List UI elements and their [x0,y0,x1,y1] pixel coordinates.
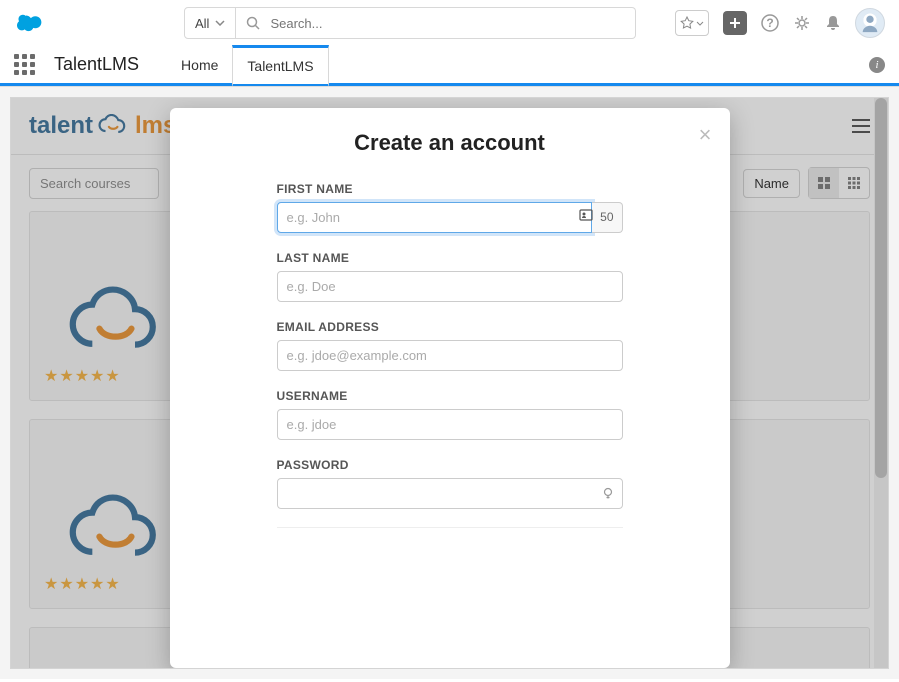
email-row: EMAIL ADDRESS [277,320,623,371]
last-name-label: LAST NAME [277,251,623,265]
plus-icon [729,17,741,29]
help-icon[interactable]: ? [761,14,779,32]
email-input[interactable] [277,340,623,371]
password-input[interactable] [277,478,623,509]
app-navigation: TalentLMS Home TalentLMS i [0,46,899,86]
username-label: USERNAME [277,389,623,403]
modal-close-button[interactable]: × [699,122,712,148]
chevron-down-icon [215,20,225,26]
username-row: USERNAME [277,389,623,440]
search-icon [246,16,260,30]
form-divider [277,527,623,528]
svg-text:?: ? [766,16,773,30]
talentlms-frame: talent lms Name [10,97,889,669]
favorites-button[interactable] [675,10,709,36]
first-name-input[interactable] [277,202,593,233]
salesforce-header: All ? [0,0,899,46]
app-name: TalentLMS [54,54,139,75]
modal-overlay: × Create an account FIRST NAME 50 LAST N… [11,98,888,668]
star-icon [680,16,694,30]
last-name-input[interactable] [277,271,623,302]
search-scope-label: All [195,16,209,31]
search-scope-dropdown[interactable]: All [184,7,236,39]
signup-form: FIRST NAME 50 LAST NAME EMAIL ADDRESS [277,182,623,528]
search-input[interactable] [270,16,625,31]
first-name-row: FIRST NAME 50 [277,182,623,233]
app-launcher-icon[interactable] [14,54,36,76]
password-row: PASSWORD [277,458,623,509]
global-search: All [184,7,636,39]
username-input[interactable] [277,409,623,440]
embedded-app-area: talent lms Name [0,86,899,679]
key-icon [601,486,615,500]
tab-talentlms[interactable]: TalentLMS [232,45,328,87]
bell-icon[interactable] [825,14,841,32]
salesforce-logo-icon [14,12,44,34]
search-box [236,7,636,39]
info-icon[interactable]: i [869,57,885,73]
global-add-button[interactable] [723,11,747,35]
user-avatar[interactable] [855,8,885,38]
char-counter: 50 [592,202,622,233]
gear-icon[interactable] [793,14,811,32]
modal-title: Create an account [200,130,700,156]
header-actions: ? [675,8,885,38]
first-name-label: FIRST NAME [277,182,623,196]
contact-card-icon [579,208,593,222]
last-name-row: LAST NAME [277,251,623,302]
chevron-down-icon [696,21,704,26]
create-account-modal: × Create an account FIRST NAME 50 LAST N… [170,108,730,668]
tab-home[interactable]: Home [167,47,232,83]
email-label: EMAIL ADDRESS [277,320,623,334]
password-label: PASSWORD [277,458,623,472]
